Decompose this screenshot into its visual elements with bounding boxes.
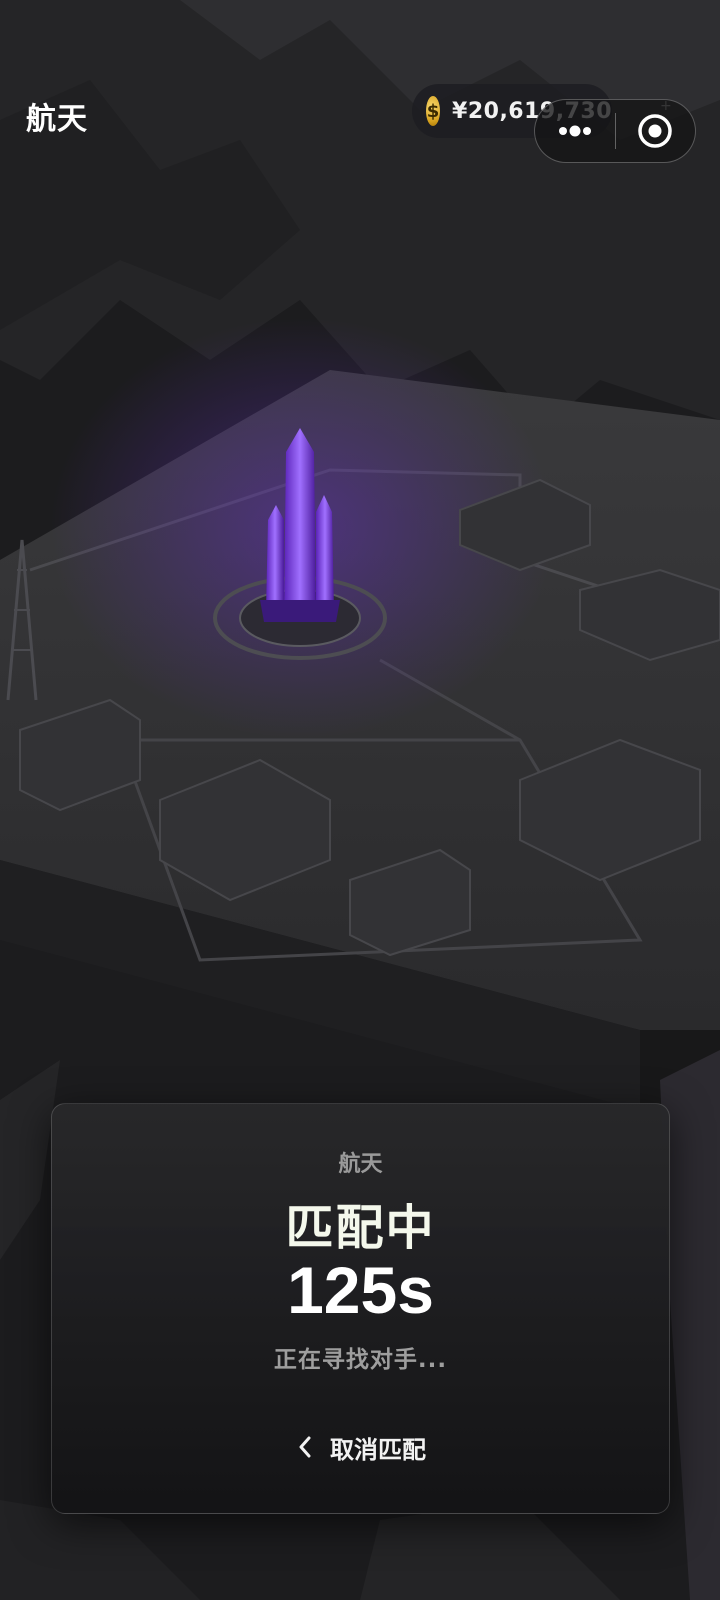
more-button[interactable]	[535, 100, 615, 162]
mini-program-capsule	[534, 99, 696, 163]
cancel-match-button[interactable]: 取消匹配	[262, 1422, 462, 1472]
match-status: 匹配中	[285, 1200, 436, 1256]
match-timer: 125s	[287, 1253, 434, 1327]
mode-label: 航天	[338, 1152, 383, 1177]
more-dots-icon	[558, 125, 591, 137]
matchmaking-panel: 航天 匹配中 125s 正在寻找对手... 取消匹配	[51, 1103, 670, 1514]
page-title: 航天	[26, 102, 88, 137]
close-button[interactable]	[616, 100, 696, 162]
match-subtitle: 正在寻找对手...	[273, 1347, 448, 1373]
record-target-icon	[638, 114, 672, 148]
coin-icon: $	[426, 96, 441, 126]
cancel-match-label: 取消匹配	[330, 1435, 426, 1464]
chevron-left-icon	[298, 1436, 312, 1458]
